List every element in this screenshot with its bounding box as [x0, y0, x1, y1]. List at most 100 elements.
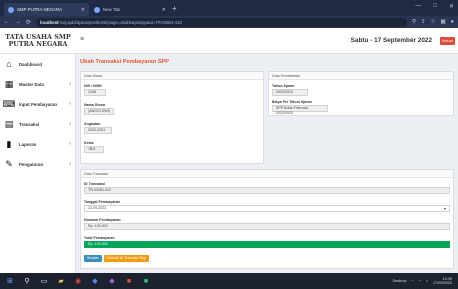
field-tahun-ajaran: Tahun Ajaran 2022/2023	[272, 84, 450, 96]
grid-icon: ▦	[4, 78, 14, 89]
field-label: Biaya Per Tahun Ajaran	[272, 100, 312, 104]
chevron-left-icon: ‹	[69, 121, 71, 127]
tahun-ajaran-input[interactable]: 2022/2023	[272, 89, 308, 96]
volume-icon[interactable]: ◖	[426, 279, 428, 283]
system-tray: Desktop ^ ◔ ◖ 10:49 17/09/2022	[393, 277, 452, 286]
main-content: Ubah Transaksi Pembayaran SPP Data Siswa…	[80, 54, 458, 273]
chevron-left-icon: ‹	[69, 161, 71, 167]
sidebar-item-transaksi[interactable]: ▤ Transaksi ‹	[0, 114, 75, 134]
search-icon[interactable]: ⚲	[412, 19, 416, 25]
nis-input[interactable]: 1248	[84, 89, 106, 96]
forward-icon[interactable]: →	[15, 19, 21, 25]
panel-header: Data Pendaftaran	[269, 72, 453, 80]
window-close-icon[interactable]: ✕	[449, 3, 454, 10]
field-label: Tanggal Pembayaran	[84, 200, 120, 204]
star-icon[interactable]: ☆	[431, 19, 436, 25]
file-icon: ▮	[6, 138, 12, 149]
nominal-input[interactable]: Rp. 120.000	[84, 223, 450, 230]
taskbar-clock[interactable]: 10:49 17/09/2022	[433, 277, 452, 286]
sidebar-item-label: Pengaturan	[19, 161, 44, 167]
home-icon: ⌂	[6, 59, 12, 69]
maximize-icon[interactable]: □	[433, 3, 437, 10]
chrome-icon[interactable]: ◉	[74, 277, 82, 285]
windows-start-icon[interactable]: ⊞	[6, 277, 14, 285]
panel-header: Data Transaksi	[81, 170, 453, 178]
app-logo[interactable]: TATA USAHA SMP PUTRA NEGARA	[0, 28, 76, 54]
keyboard-icon: ⌨	[2, 98, 16, 109]
id-transaksi-input[interactable]: TR-00081-922	[84, 187, 450, 194]
biaya-input[interactable]: SPP Bulan Februari 2022/2023	[272, 105, 328, 115]
profile-icon[interactable]: ●	[451, 19, 454, 25]
panel-data-pendaftaran: Data Pendaftaran Tahun Ajaran 2022/2023 …	[268, 71, 454, 116]
field-label: Total Pembayaran	[84, 236, 115, 240]
sidebar-item-pengaturan[interactable]: ✎ Pengaturan ‹	[0, 154, 75, 174]
sidebar-item-laporan[interactable]: ▮ Laporan ‹	[0, 134, 75, 154]
tab-new[interactable]: New Tab ✕	[90, 3, 170, 16]
current-datetime: Sabtu - 17 September 2022	[350, 37, 432, 44]
search-icon[interactable]: ⚲	[23, 277, 31, 285]
field-nama: Nama Siswa (ANGGI DWI)	[84, 103, 260, 115]
back-to-transactions-button[interactable]: Kembali ke Transaksi Spp	[103, 255, 149, 262]
url-path: /mejupdd/ajukanpnvtlnvtbr/page=ubahbayar…	[58, 19, 183, 25]
browser-actions: ⚲ ⇪ ☆ ▦ ●	[412, 19, 454, 25]
calendar-icon[interactable]: ▾	[444, 206, 446, 211]
total-pembayaran-input[interactable]: Rp. 120.000	[84, 241, 450, 248]
save-button[interactable]: Simpan	[84, 255, 102, 262]
tab-active[interactable]: SMP PUTRA NEGARA ✕	[4, 3, 89, 16]
sidebar-item-master-data[interactable]: ▦ Master Data ‹	[0, 74, 75, 94]
chevron-left-icon: ‹	[69, 101, 71, 107]
menu-toggle-icon[interactable]: ≡	[80, 36, 84, 43]
sidebar-item-label: Input Pembayaran	[19, 101, 58, 107]
chevron-up-icon[interactable]: ^	[412, 279, 414, 283]
sidebar-item-input-pembayaran[interactable]: ⌨ Input Pembayaran ‹	[0, 94, 75, 114]
form-actions: Simpan Kembali ke Transaksi Spp	[84, 255, 149, 262]
back-icon[interactable]: ←	[4, 19, 10, 25]
wrench-icon: ✎	[5, 158, 13, 169]
field-total: Total Pembayaran Rp. 120.000	[84, 236, 450, 248]
angkatan-input[interactable]: 2020-2021	[84, 127, 112, 134]
panel-data-transaksi: Data Transaksi ID Transaksi TR-00081-922…	[80, 169, 454, 269]
tab-close-icon[interactable]: ✕	[162, 7, 166, 13]
logo-line-2: PUTRA NEGARA	[8, 39, 68, 48]
minimize-icon[interactable]: —	[415, 3, 421, 10]
app-icon[interactable]: ◆	[108, 277, 116, 285]
field-biaya: Biaya Per Tahun Ajaran SPP Bulan Februar…	[272, 100, 450, 115]
desktop-label[interactable]: Desktop	[393, 279, 407, 283]
taskbar-apps: ⊞ ⚲ ▭ ▰ ◉ ◆ ◆ ■ ■	[6, 277, 150, 286]
tanggal-value: 22-09-2022	[88, 206, 107, 210]
extensions-icon[interactable]: ▦	[440, 19, 445, 25]
sidebar-item-label: Master Data	[19, 81, 44, 87]
sidebar: ⌂ Dashboard ▦ Master Data ‹ ⌨ Input Pemb…	[0, 54, 76, 273]
task-view-icon[interactable]: ▭	[40, 277, 48, 285]
field-angkatan: Angkatan 2020-2021	[84, 122, 260, 134]
top-navbar: ≡ Sabtu - 17 September 2022 Keluar	[76, 28, 458, 54]
address-bar[interactable]: localhost /mejupdd/ajukanpnvtlnvtbr/page…	[36, 17, 407, 27]
chevron-left-icon: ‹	[69, 81, 71, 87]
favicon-icon	[94, 6, 100, 13]
nama-input[interactable]: (ANGGI DWI)	[84, 108, 114, 115]
field-id-transaksi: ID Transaksi TR-00081-922	[84, 182, 450, 194]
field-label: ID Transaksi	[84, 182, 106, 186]
kelas-input[interactable]: 7B/4	[84, 146, 104, 153]
panel-data-siswa: Data Siswa NIS / NISN 1248 Nama Siswa (A…	[80, 71, 264, 164]
field-kelas: Kelas 7B/4	[84, 141, 260, 153]
app-icon[interactable]: ◆	[91, 277, 99, 285]
wifi-icon[interactable]: ◔	[418, 279, 420, 283]
field-label: Kelas	[84, 141, 94, 145]
tanggal-pembayaran-input[interactable]: 22-09-2022 ▾	[84, 205, 450, 212]
field-nominal: Nominal Pembayaran Rp. 120.000	[84, 218, 450, 230]
tab-close-icon[interactable]: ✕	[81, 7, 85, 13]
app-icon[interactable]: ■	[125, 277, 133, 285]
sidebar-item-dashboard[interactable]: ⌂ Dashboard	[0, 54, 75, 74]
logout-button[interactable]: Keluar	[440, 37, 455, 45]
app-icon[interactable]: ■	[142, 277, 150, 285]
field-nis: NIS / NISN 1248	[84, 84, 260, 96]
reload-icon[interactable]: ⟳	[26, 19, 31, 26]
sidebar-item-label: Dashboard	[19, 61, 42, 67]
sidebar-item-label: Transaksi	[19, 121, 40, 127]
explorer-icon[interactable]: ▰	[57, 277, 65, 285]
new-tab-button[interactable]: +	[172, 4, 177, 13]
sidebar-item-label: Laporan	[19, 141, 37, 147]
share-icon[interactable]: ⇪	[421, 19, 426, 25]
field-label: Nama Siswa	[84, 103, 105, 107]
